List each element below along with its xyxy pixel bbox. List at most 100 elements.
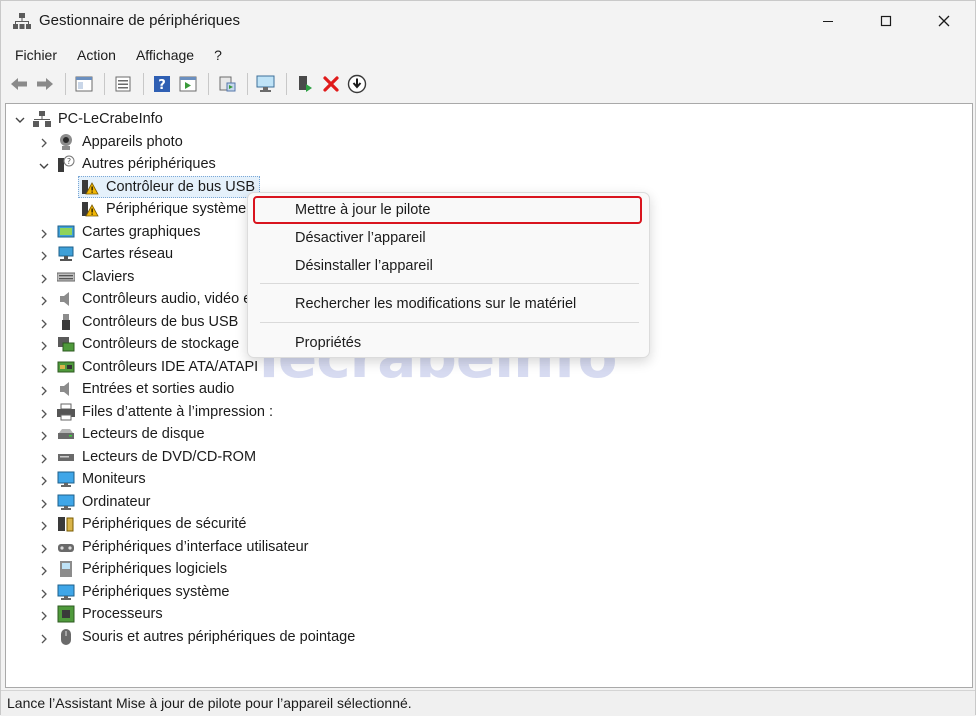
- maximize-icon: [880, 15, 892, 27]
- help-icon: ?: [154, 76, 170, 93]
- chevron-right-icon[interactable]: [38, 363, 50, 375]
- properties-button[interactable]: [111, 72, 135, 96]
- menu-affichage[interactable]: Affichage: [126, 47, 204, 63]
- tree-item-label[interactable]: Claviers: [82, 269, 134, 285]
- monitor-icon: [57, 471, 75, 487]
- mouse-icon: [61, 629, 71, 645]
- keyboard-icon: [57, 272, 75, 282]
- update-driver-button[interactable]: [345, 72, 369, 96]
- device-tree: PC-LeCrabeInfo Appareils photo ? Autres …: [5, 103, 973, 688]
- chevron-right-icon[interactable]: [38, 273, 50, 285]
- menu-separator: [260, 283, 639, 284]
- chevron-right-icon[interactable]: [38, 250, 50, 262]
- storage-icon: [58, 337, 75, 352]
- svg-text:?: ?: [158, 78, 166, 93]
- chevron-right-icon[interactable]: [38, 340, 50, 352]
- audio-icon: [60, 292, 69, 306]
- menu-properties[interactable]: Propriétés: [248, 330, 649, 358]
- usb-icon: [62, 314, 70, 330]
- close-button[interactable]: [915, 1, 973, 41]
- action-pane-icon: [179, 76, 197, 92]
- tree-item-label[interactable]: Lecteurs de disque: [82, 426, 205, 442]
- chevron-right-icon[interactable]: [38, 633, 50, 645]
- back-arrow-icon: [11, 78, 27, 90]
- tree-item-label[interactable]: Souris et autres périphériques de pointa…: [82, 629, 355, 645]
- chevron-down-icon[interactable]: [14, 114, 26, 126]
- tree-item-label[interactable]: Cartes réseau: [82, 246, 173, 262]
- chevron-right-icon[interactable]: [38, 430, 50, 442]
- tree-item-label[interactable]: Entrées et sorties audio: [82, 381, 234, 397]
- tree-item-label[interactable]: Contrôleur de bus USB: [106, 179, 255, 195]
- chevron-right-icon[interactable]: [38, 588, 50, 600]
- menu-fichier[interactable]: Fichier: [5, 47, 67, 63]
- console-tree-button[interactable]: [72, 72, 96, 96]
- chevron-right-icon[interactable]: [38, 385, 50, 397]
- tree-item-label[interactable]: Périphériques système: [82, 584, 230, 600]
- uninstall-device-button[interactable]: [319, 72, 343, 96]
- tree-item-label[interactable]: Contrôleurs de bus USB: [82, 314, 238, 330]
- device-manager-window: Gestionnaire de périphériques Fichier Ac…: [0, 0, 976, 716]
- properties-icon: [115, 76, 131, 92]
- tree-item-label[interactable]: Périphériques logiciels: [82, 561, 227, 577]
- chevron-right-icon[interactable]: [38, 228, 50, 240]
- menu-item-label: Rechercher les modifications sur le maté…: [295, 296, 577, 312]
- minimize-icon: [823, 21, 833, 22]
- chevron-right-icon[interactable]: [38, 408, 50, 420]
- tree-item-label[interactable]: Périphériques d’interface utilisateur: [82, 539, 309, 555]
- tree-item-label[interactable]: Appareils photo: [82, 134, 183, 150]
- back-button[interactable]: [7, 72, 31, 96]
- security-icon: [58, 517, 74, 532]
- chevron-right-icon[interactable]: [38, 318, 50, 330]
- chevron-right-icon[interactable]: [38, 610, 50, 622]
- menu-action[interactable]: Action: [67, 47, 126, 63]
- menu-uninstall-device[interactable]: Désinstaller l’appareil: [248, 253, 649, 281]
- chevron-right-icon[interactable]: [38, 565, 50, 577]
- highlight-box: [253, 196, 642, 224]
- chevron-right-icon[interactable]: [38, 498, 50, 510]
- toolbar-separator: [65, 73, 66, 95]
- tree-item-label[interactable]: Cartes graphiques: [82, 224, 201, 240]
- tree-item-label[interactable]: Processeurs: [82, 606, 163, 622]
- maximize-button[interactable]: [857, 1, 915, 41]
- tree-item-label[interactable]: Contrôleurs IDE ATA/ATAPI: [82, 359, 258, 375]
- display-adapter-icon: [57, 225, 75, 238]
- menu-disable-device[interactable]: Désactiver l’appareil: [248, 225, 649, 253]
- chevron-right-icon[interactable]: [38, 453, 50, 465]
- chevron-down-icon[interactable]: [38, 160, 50, 172]
- tree-item-label[interactable]: Périphériques de sécurité: [82, 516, 246, 532]
- forward-button[interactable]: [33, 72, 57, 96]
- tree-item-label[interactable]: Lecteurs de DVD/CD-ROM: [82, 449, 256, 465]
- tree-item-label[interactable]: Contrôleurs de stockage: [82, 336, 239, 352]
- tree-root-label[interactable]: PC-LeCrabeInfo: [58, 111, 163, 127]
- scan-hardware-button[interactable]: [254, 72, 278, 96]
- chevron-right-icon[interactable]: [38, 543, 50, 555]
- help-button[interactable]: ?: [150, 72, 174, 96]
- title-bar: Gestionnaire de périphériques: [1, 1, 975, 41]
- close-icon: [938, 15, 950, 27]
- chevron-right-icon[interactable]: [38, 520, 50, 532]
- network-icon: [58, 246, 74, 261]
- disk-icon: [58, 429, 74, 439]
- toolbar-separator: [247, 73, 248, 95]
- uninstall-x-icon: [323, 76, 339, 92]
- tree-item-label[interactable]: Ordinateur: [82, 494, 151, 510]
- print-button[interactable]: [215, 72, 239, 96]
- processor-icon: [57, 605, 75, 623]
- tree-item-label[interactable]: Périphérique système: [106, 201, 246, 217]
- tree-item-label[interactable]: Moniteurs: [82, 471, 146, 487]
- console-tree-icon: [75, 76, 93, 92]
- window-title: Gestionnaire de périphériques: [39, 12, 240, 29]
- tree-item-label[interactable]: Autres périphériques: [82, 156, 216, 172]
- menu-help[interactable]: ?: [204, 47, 232, 63]
- minimize-button[interactable]: [799, 1, 857, 41]
- menu-item-label: Propriétés: [295, 335, 362, 351]
- chevron-right-icon[interactable]: [38, 137, 50, 149]
- action-pane-button[interactable]: [176, 72, 200, 96]
- menu-scan-hardware[interactable]: Rechercher les modifications sur le maté…: [248, 291, 649, 319]
- tree-item-label[interactable]: Files d’attente à l’impression :: [82, 404, 273, 420]
- enable-device-button[interactable]: [293, 72, 317, 96]
- chevron-right-icon[interactable]: [38, 475, 50, 487]
- chevron-right-icon[interactable]: [38, 295, 50, 307]
- unknown-device-icon: ?: [58, 155, 75, 172]
- update-driver-icon: [347, 74, 367, 94]
